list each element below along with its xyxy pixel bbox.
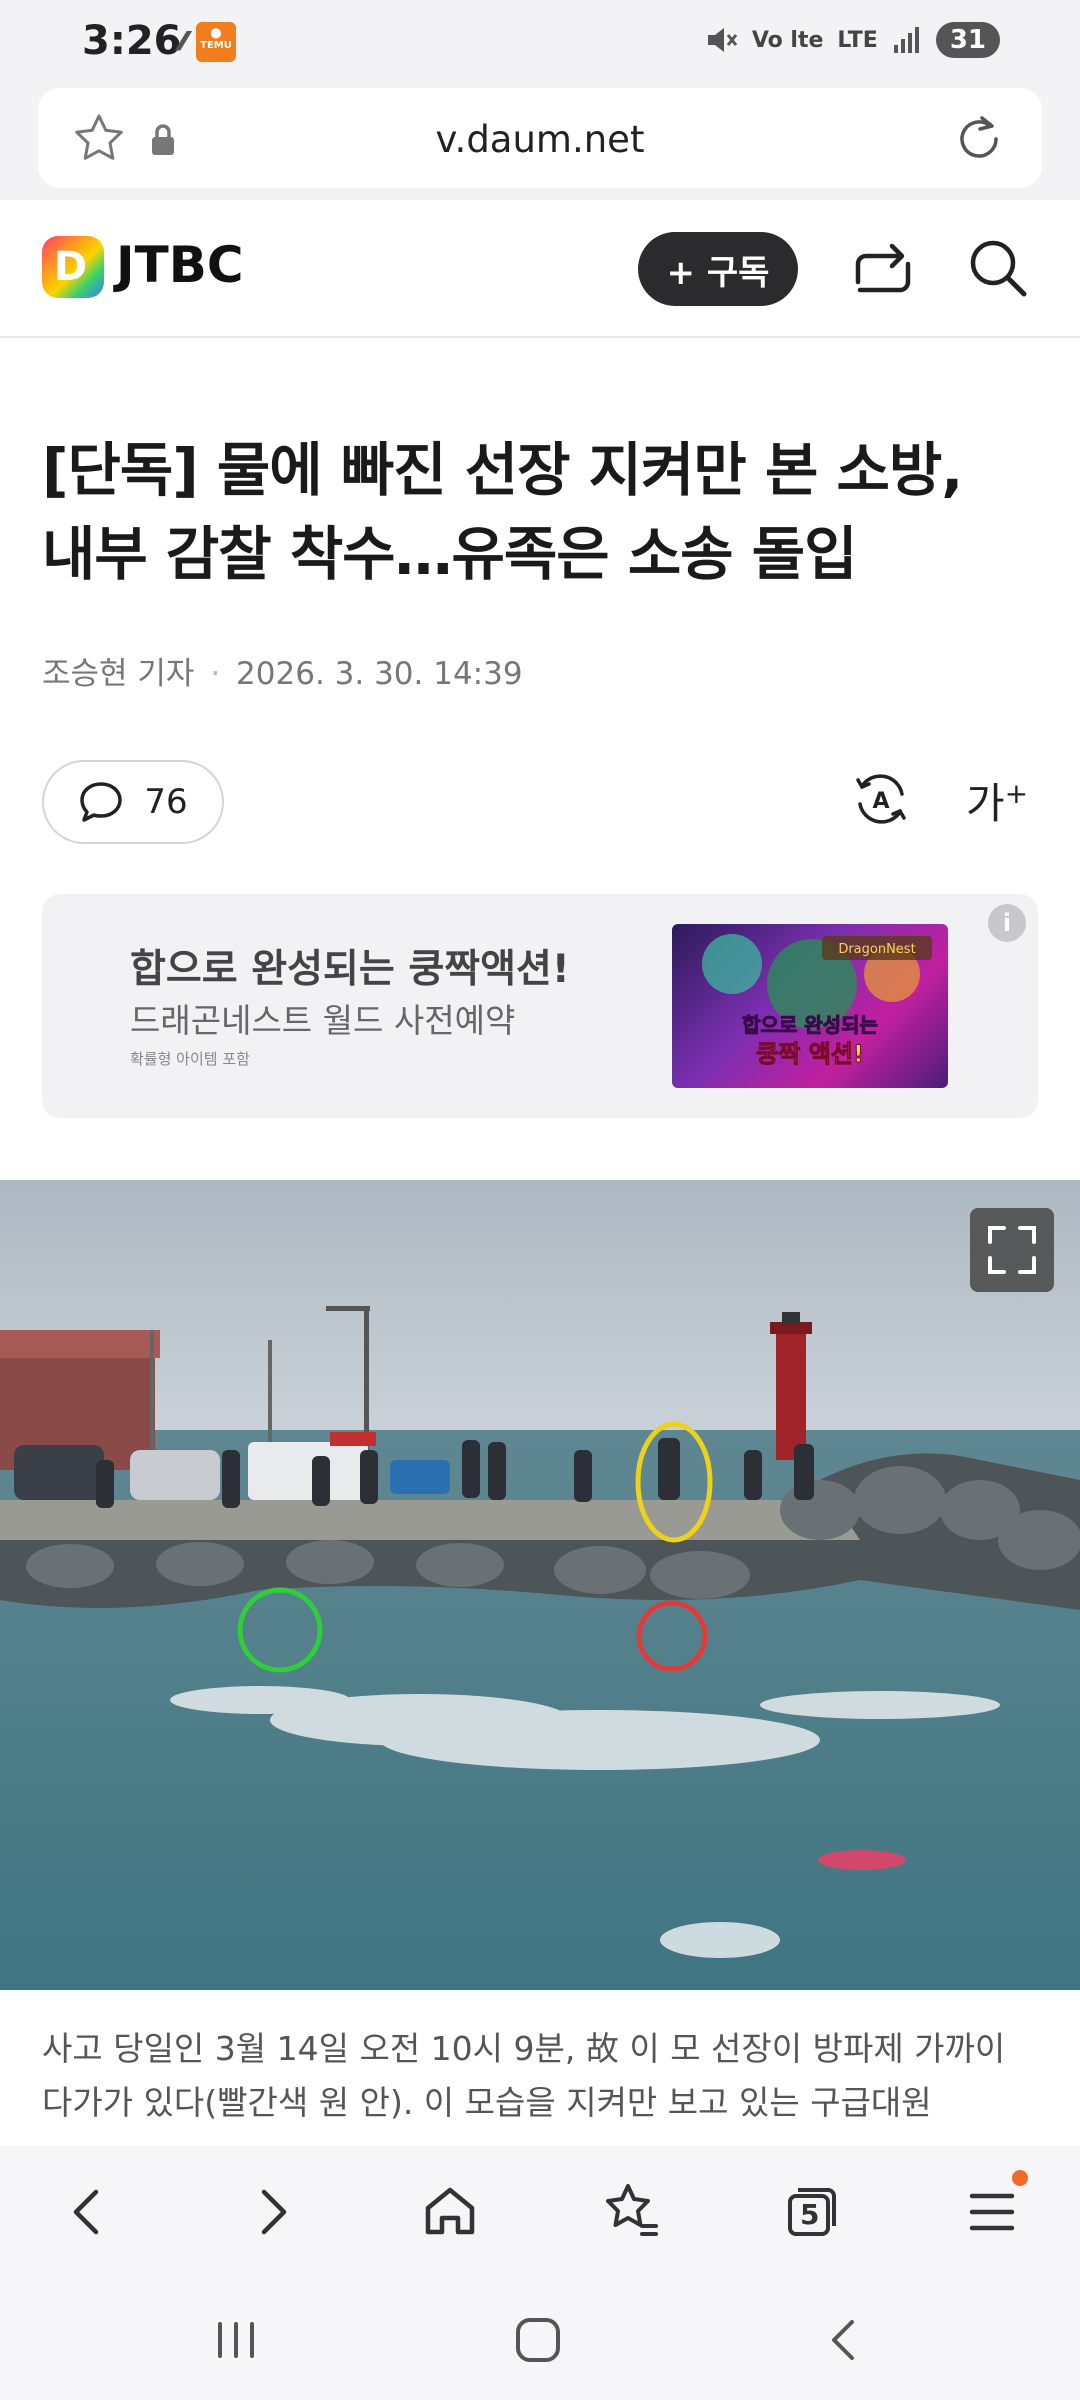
temu-app-icon: ⬤ TEMU (196, 22, 237, 62)
font-size-button[interactable]: 가+ (966, 770, 1028, 831)
channel-name[interactable]: JTBC (116, 236, 244, 294)
comment-icon (80, 782, 123, 822)
article-headline: [단독] 물에 빠진 선장 지켜만 본 소방, 내부 감찰 착수…유족은 소송 … (42, 428, 1042, 596)
battery-indicator: 31 (935, 22, 1000, 58)
comment-count: 76 (144, 782, 188, 822)
ad-image-text-2: 쿵짝 액션! (756, 1040, 864, 1068)
caption-line-2: 다가가 있다(빨간색 원 안). 이 모습을 지켜만 보고 있는 구급대원 (42, 2083, 932, 2122)
ad-image[interactable]: DragonNest 합으로 완성되는 쿵짝 액션! (672, 924, 948, 1088)
daum-logo-letter: D (54, 244, 88, 290)
caption-line-1: 사고 당일인 3월 14일 오전 10시 9분, 故 이 모 선장이 방파제 가… (42, 2029, 1006, 2068)
home-icon[interactable] (410, 2172, 490, 2252)
comment-button[interactable]: 76 (42, 760, 224, 844)
forward-icon[interactable] (232, 2172, 312, 2252)
status-notification-icons: ⁄⁄⁄ ⬤ TEMU (180, 22, 237, 62)
system-home-icon[interactable] (508, 2310, 568, 2370)
ad-title[interactable]: 합으로 완성되는 쿵짝액션! (130, 938, 570, 994)
tabs-count: 5 (800, 2198, 820, 2231)
font-plus-icon: + (1004, 777, 1029, 810)
status-right-icons: Vo lte LTE 31 (704, 22, 1000, 58)
svg-text:A: A (872, 789, 889, 814)
search-icon[interactable] (966, 236, 1030, 300)
reload-icon[interactable] (952, 112, 1006, 166)
author[interactable]: 조승현 기자 (42, 656, 194, 692)
fullscreen-icon (988, 1226, 1036, 1274)
status-time: 3:26 (82, 18, 182, 64)
back-icon[interactable] (48, 2172, 128, 2252)
url-text[interactable]: v.daum.net (0, 90, 1080, 190)
font-size-label: 가 (966, 779, 1005, 828)
article-byline: 조승현 기자 · 2026. 3. 30. 14:39 (42, 648, 523, 693)
menu-notification-dot (1012, 2170, 1028, 2186)
byline-dot: · (210, 656, 221, 692)
subscribe-button[interactable]: + 구독 (638, 232, 798, 306)
signal-icon (893, 27, 919, 53)
system-back-icon[interactable] (816, 2312, 872, 2368)
photo-caption: 사고 당일인 3월 14일 오전 10시 9분, 故 이 모 선장이 방파제 가… (42, 2022, 1042, 2130)
ad-artwork: DragonNest 합으로 완성되는 쿵짝 액션! (702, 934, 932, 1069)
share-icon[interactable] (852, 238, 914, 300)
news-photo[interactable] (0, 1180, 1080, 1990)
sync-icon: ⁄⁄⁄ (180, 27, 187, 57)
publish-datetime: 2026. 3. 30. 14:39 (236, 656, 523, 692)
bookmarks-icon[interactable] (590, 2172, 670, 2252)
ad-brand: DragonNest (838, 942, 915, 957)
ad-info-icon[interactable]: i (988, 904, 1026, 942)
ad-note: 확률형 아이템 포함 (130, 1050, 250, 1068)
mute-icon (707, 28, 737, 52)
recent-apps-icon[interactable] (208, 2312, 264, 2368)
ad-image-text-1: 합으로 완성되는 (742, 1013, 878, 1037)
harbor-photo (0, 1180, 1080, 1990)
expand-photo-button[interactable] (970, 1208, 1054, 1292)
tabs-button[interactable]: 5 (770, 2172, 850, 2252)
volte-indicator: Vo lte (751, 27, 824, 53)
ad-subtitle[interactable]: 드래곤네스트 월드 사전예약 (130, 994, 515, 1042)
auto-translate-icon[interactable]: A (852, 770, 910, 828)
browser-bottom-bar (0, 2146, 1080, 2276)
headline-line-1: [단독] 물에 빠진 선장 지켜만 본 소방, (42, 436, 963, 504)
headline-line-2: 내부 감찰 착수…유족은 소송 돌입 (42, 520, 857, 588)
lte-indicator: LTE (837, 27, 878, 53)
